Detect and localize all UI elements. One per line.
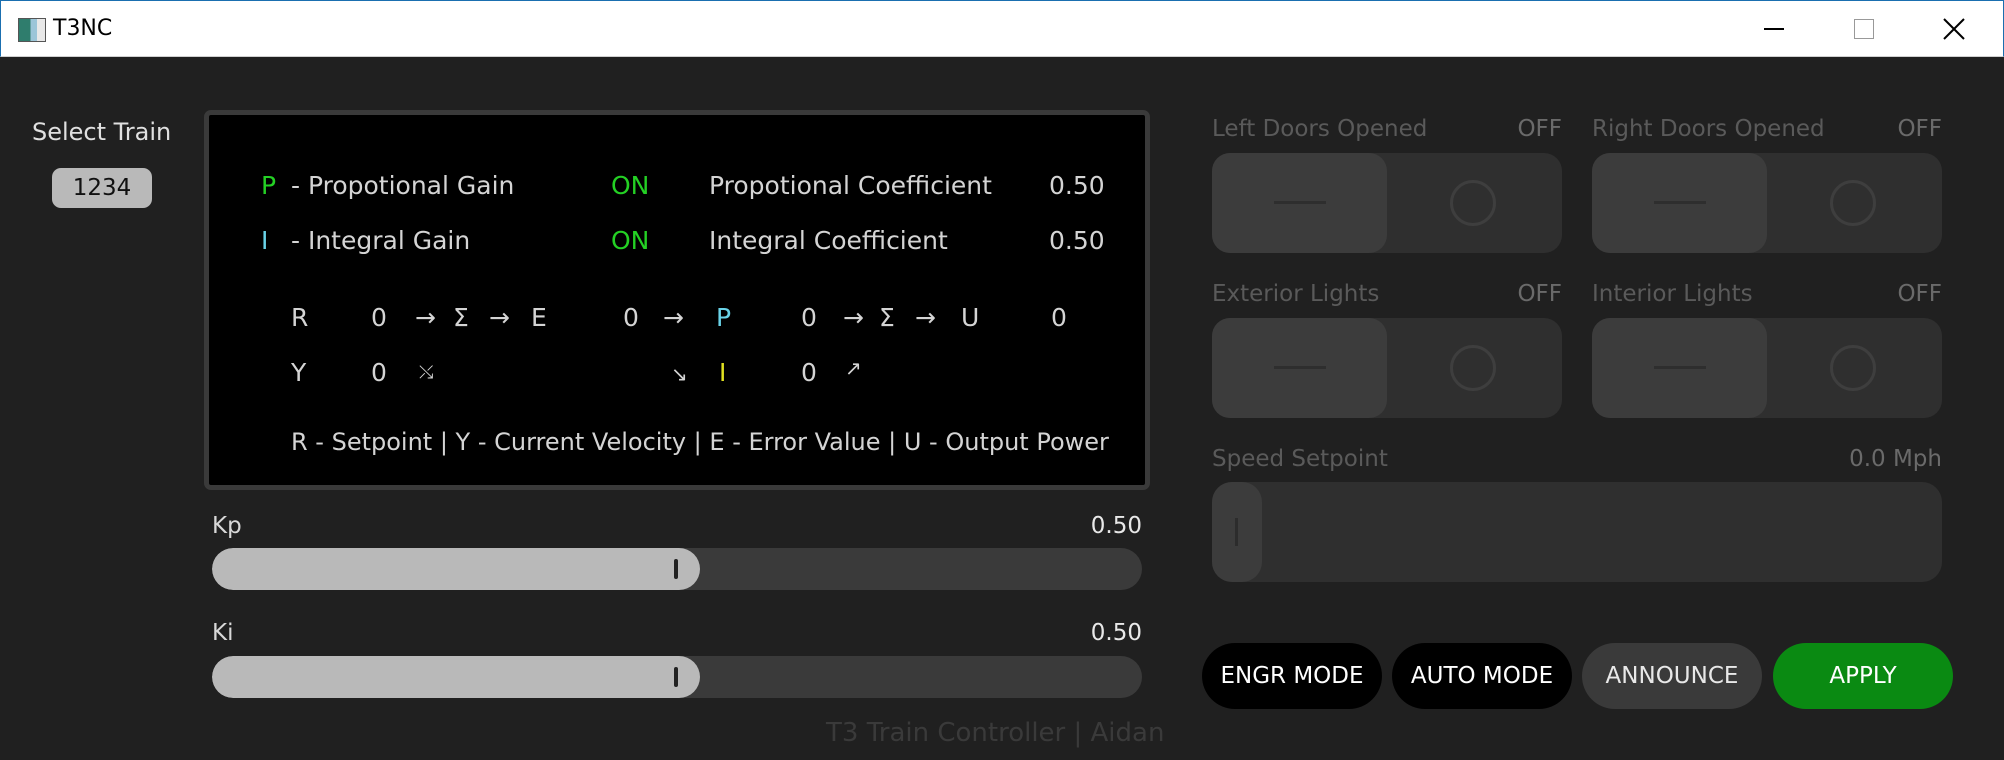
auto-mode-button[interactable]: AUTO MODE [1392,643,1572,709]
left-doors-label: Left Doors Opened [1212,116,1428,142]
toggle-off-icon [1830,345,1876,391]
announce-button[interactable]: ANNOUNCE [1582,643,1762,709]
e-value: 0 [623,303,639,332]
grip-icon [1235,518,1238,546]
e-symbol: E [531,303,547,332]
diagram-legend: R - Setpoint | Y - Current Velocity | E … [291,428,1109,456]
interior-lights-state: OFF [1897,281,1942,307]
i-desc: - Integral Gain [291,226,471,255]
speed-setpoint-label: Speed Setpoint [1212,446,1388,472]
ki-label: Ki [212,620,234,646]
speed-setpoint-slider[interactable] [1212,482,1942,582]
u-value: 0 [1051,303,1067,332]
i-coef-label: Integral Coefficient [709,226,948,255]
p-letter: P [261,171,277,200]
p-coef-value: 0.50 [1049,171,1105,200]
toggle-on-icon [1274,201,1326,204]
kp-slider[interactable] [212,548,1142,590]
window-title: T3NC [53,16,113,41]
minimize-button[interactable] [1729,1,1819,57]
r-value: 0 [371,303,387,332]
p-desc: - Propotional Gain [291,171,515,200]
left-doors-state: OFF [1517,116,1562,142]
interior-lights-toggle[interactable] [1592,318,1942,418]
close-icon [1943,18,1965,40]
maximize-icon [1854,19,1874,39]
footer-text: T3 Train Controller | Aidan [826,718,1165,748]
exterior-lights-state: OFF [1517,281,1562,307]
sum-symbol-1: Σ [453,303,469,332]
maximize-button[interactable] [1819,1,1909,57]
kp-value: 0.50 [1090,513,1142,539]
u-symbol: U [961,303,980,332]
p-value: 0 [801,303,817,332]
exterior-lights-toggle[interactable] [1212,318,1562,418]
select-train-label: Select Train [32,118,172,146]
i-value: 0 [801,358,817,387]
ki-slider-fill [212,656,700,698]
kp-label: Kp [212,513,242,539]
engr-mode-button[interactable]: ENGR MODE [1202,643,1382,709]
p-block: P [716,303,732,332]
app-icon [18,18,46,42]
toggle-off-icon [1450,345,1496,391]
interior-lights-label: Interior Lights [1592,281,1753,307]
speed-slider-handle[interactable] [1212,482,1262,582]
left-doors-toggle[interactable] [1212,153,1562,253]
speed-setpoint-value: 0.0 Mph [1849,446,1942,472]
toggle-on-icon [1274,366,1326,369]
exterior-lights-label: Exterior Lights [1212,281,1380,307]
p-coef-label: Propotional Coefficient [709,171,992,200]
i-state: ON [611,226,650,255]
right-doors-toggle[interactable] [1592,153,1942,253]
arrow-up-right-icon: ⤯ [419,362,434,383]
arrow-right-icon: → [663,303,684,332]
arrow-down-right-icon: ↘ [671,362,688,386]
i-coef-value: 0.50 [1049,226,1105,255]
pi-diagram-panel: P - Propotional Gain ON Propotional Coef… [204,110,1150,490]
kp-slider-handle[interactable] [674,559,678,579]
kp-slider-fill [212,548,700,590]
arrow-right-icon: → [915,303,936,332]
minimize-icon [1764,28,1784,30]
p-state: ON [611,171,650,200]
right-doors-label: Right Doors Opened [1592,116,1825,142]
apply-button[interactable]: APPLY [1773,643,1953,709]
arrow-right-icon: → [415,303,436,332]
toggle-on-icon [1654,201,1706,204]
toggle-on-icon [1654,366,1706,369]
ki-value: 0.50 [1090,620,1142,646]
arrow-up-right-icon: ↗ [845,356,862,380]
arrow-right-icon: → [843,303,864,332]
y-value: 0 [371,358,387,387]
close-button[interactable] [1909,1,1999,57]
toggle-off-icon [1450,180,1496,226]
ki-slider[interactable] [212,656,1142,698]
arrow-right-icon: → [489,303,510,332]
y-symbol: Y [291,358,307,387]
train-id-field[interactable]: 1234 [52,168,152,208]
right-doors-state: OFF [1897,116,1942,142]
i-letter: I [261,226,269,255]
title-bar: T3NC [0,0,2004,57]
ki-slider-handle[interactable] [674,667,678,687]
i-block: I [719,358,727,387]
r-symbol: R [291,303,309,332]
toggle-off-icon [1830,180,1876,226]
sum-symbol-2: Σ [879,303,895,332]
